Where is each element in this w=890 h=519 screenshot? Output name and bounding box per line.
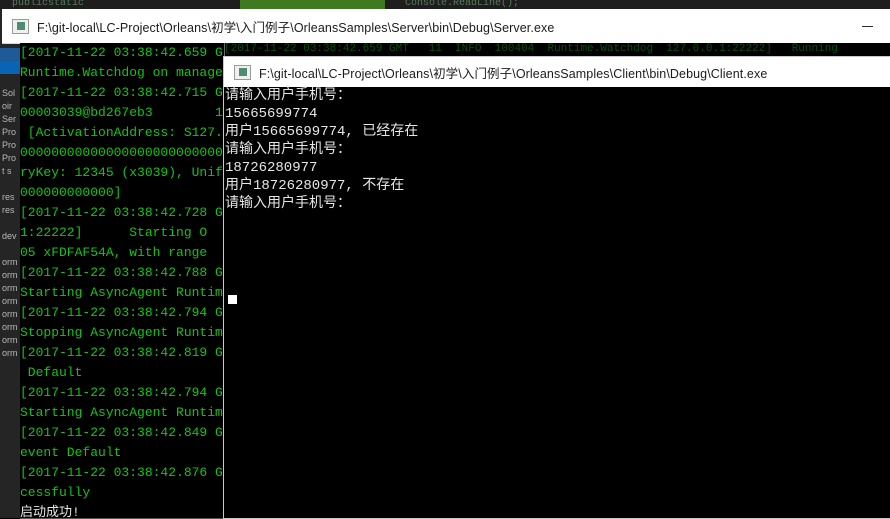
console-line: Starting AsyncAgent Runtim [20, 405, 223, 420]
console-line: Runtime.Watchdog on manage [20, 65, 223, 80]
console-prompt-line: 请输入用户手机号： [225, 196, 351, 212]
console-line: event Default [20, 445, 122, 460]
console-input-line: 18726280977 [225, 160, 318, 176]
console-prompt-line: 请输入用户手机号： [225, 88, 351, 104]
console-line: 00003039@bd267eb3 12 [20, 105, 224, 120]
server-console-output[interactable]: [2017-11-22 03:38:42.659 G Runtime.Watch… [20, 43, 224, 518]
console-line: [2017-11-22 03:38:42.876 G [20, 465, 223, 480]
console-line: 1:22222] Starting O [20, 225, 208, 240]
console-line: cessfully [20, 485, 91, 500]
console-line: [2017-11-22 03:38:42.728 G [20, 205, 223, 220]
console-line-success: 启动成功! [20, 505, 80, 518]
ide-code-snippet: publicstatic [12, 0, 85, 9]
server-console-obscured-row: [2017-11-22 03:38:42.659 GMT 11 INFO 100… [224, 43, 890, 56]
client-titlebar[interactable]: F:\git-local\LC-Project\Orleans\初学\入门例子\… [224, 57, 890, 88]
console-line: ryKey: 12345 (x3039), Unif [20, 165, 223, 180]
console-line: Starting AsyncAgent Runtim [20, 285, 223, 300]
minimize-button[interactable] [844, 9, 890, 43]
console-line: [2017-11-22 03:38:42.794 G [20, 385, 223, 400]
console-line: [2017-11-22 03:38:42.794 G [20, 305, 223, 320]
console-result-line: 用户15665699774, 已经存在 [225, 124, 419, 140]
console-app-icon [12, 18, 29, 34]
console-line: 05 xFDFAF54A, with range [20, 245, 208, 260]
ide-code-snippet: Console.ReadLine(); [405, 0, 520, 9]
block-cursor-icon [228, 295, 237, 304]
console-line: [2017-11-22 03:38:42.659 G [20, 45, 223, 60]
console-line: [2017-11-22 03:38:42.788 G [20, 265, 223, 280]
console-input-line: 15665699774 [225, 106, 318, 122]
console-app-icon [234, 64, 251, 80]
console-line: Stopping AsyncAgent Runtim [20, 325, 223, 340]
console-line: Default [20, 365, 83, 380]
console-line: [2017-11-22 03:38:42.849 G [20, 425, 223, 440]
console-line: 000000000000] [20, 185, 122, 200]
console-prompt-line: 请输入用户手机号： [225, 142, 351, 158]
console-line: [2017-11-22 03:38:42.659 GMT 11 INFO 100… [224, 43, 838, 55]
server-titlebar[interactable]: F:\git-local\LC-Project\Orleans\初学\入门例子\… [2, 9, 890, 44]
console-line: 000000000000000000000000000 [20, 145, 224, 160]
console-line: [ActivationAddress: S127. [20, 125, 223, 140]
ide-code-editor-strip: publicstatic Console.ReadLine(); [0, 0, 890, 9]
console-line: [2017-11-22 03:38:42.819 G [20, 345, 223, 360]
ide-code-highlight [240, 0, 385, 9]
console-result-line: 用户18726280977, 不存在 [225, 178, 405, 194]
client-console-window[interactable]: F:\git-local\LC-Project\Orleans\初学\入门例子\… [224, 57, 890, 518]
client-console-output[interactable]: 请输入用户手机号： 15665699774 用户15665699774, 已经存… [224, 87, 890, 518]
console-line: [2017-11-22 03:38:42.715 G [20, 85, 223, 100]
server-window-title: F:\git-local\LC-Project\Orleans\初学\入门例子\… [37, 20, 555, 35]
client-window-title: F:\git-local\LC-Project\Orleans\初学\入门例子\… [259, 66, 768, 81]
